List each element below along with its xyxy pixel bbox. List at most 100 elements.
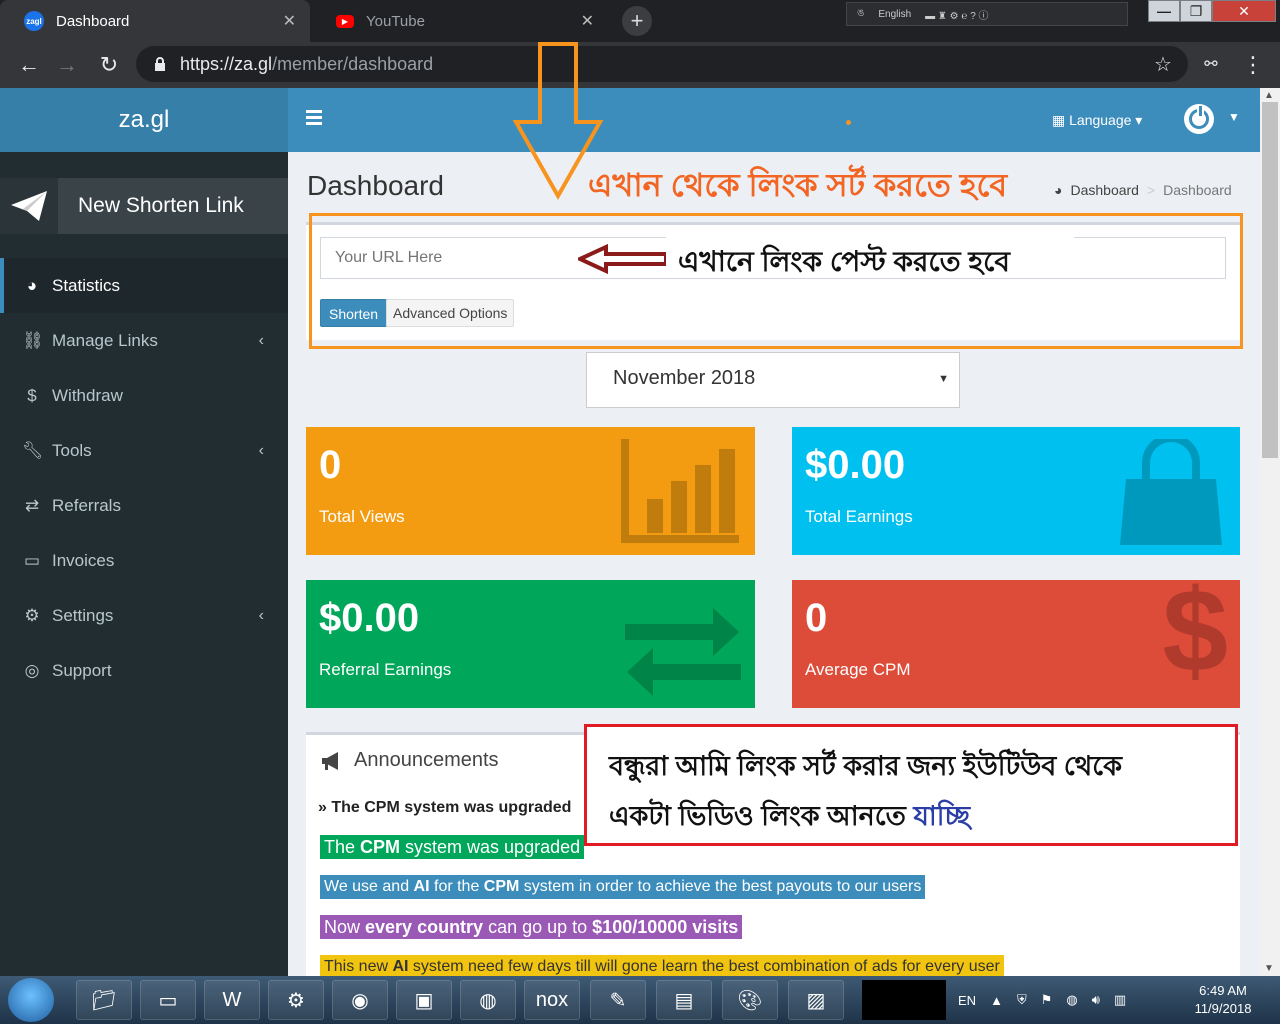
power-icon[interactable] <box>1184 104 1214 134</box>
flag-icon[interactable]: ⚑ <box>1041 992 1053 1008</box>
announcement-line: The CPM system was upgraded <box>320 835 585 859</box>
sidebar-item-referrals[interactable]: ⇄ Referrals <box>0 478 288 533</box>
browser-tab-bar: zagl Dashboard ✕ ▶ YouTube ✕ + ঙ English… <box>0 0 1280 42</box>
user-caret-icon[interactable]: ▼ <box>1228 110 1240 124</box>
sidebar-item-label: Tools <box>52 440 92 460</box>
exchange-icon <box>625 608 741 696</box>
reload-icon[interactable]: ↻ <box>96 52 122 78</box>
extension-icon[interactable]: ⚯ <box>1198 52 1224 78</box>
sidebar-item-withdraw[interactable]: $ Withdraw <box>0 368 288 423</box>
sidebar-item-manage-links[interactable]: ⛓ Manage Links ‹ <box>0 313 288 368</box>
menu-dots-icon[interactable]: ⋮ <box>1240 52 1266 78</box>
language-label: Language <box>1069 112 1132 128</box>
scroll-up-icon[interactable]: ▲ <box>1264 90 1274 101</box>
announcement-line: This new AI system need few days till wi… <box>320 955 1004 976</box>
bookmark-star-icon[interactable]: ☆ <box>1150 52 1176 78</box>
paint-icon[interactable]: 🎨︎ <box>722 980 778 1020</box>
sidebar-item-support[interactable]: ◎ Support <box>0 643 288 698</box>
control-panel-icon[interactable]: ▭ <box>140 980 196 1020</box>
breadcrumb-separator: > <box>1146 182 1156 198</box>
app-icon[interactable]: ⚙ <box>268 980 324 1020</box>
page-scrollbar[interactable]: ▲ ▼ <box>1260 88 1280 976</box>
advanced-options-button[interactable]: Advanced Options <box>386 299 515 327</box>
month-select-value: November 2018 <box>613 367 756 389</box>
sidebar-item-label: Statistics <box>52 275 121 295</box>
breadcrumb-link[interactable]: Dashboard <box>1070 182 1139 198</box>
forward-arrow-icon[interactable]: → <box>54 52 80 78</box>
scroll-down-icon[interactable]: ▼ <box>1264 963 1274 974</box>
system-clock[interactable]: 6:49 AM 11/9/2018 <box>1180 982 1266 1018</box>
word-icon[interactable]: W <box>204 980 260 1020</box>
close-tab-icon[interactable]: ✕ <box>283 11 296 31</box>
new-shorten-link-button[interactable]: New Shorten Link <box>0 178 288 234</box>
bar-chart-icon <box>621 439 739 543</box>
url-host: https://za.gl <box>180 53 273 74</box>
month-select[interactable]: November 2018 ▼ <box>586 352 960 408</box>
shopping-bag-icon <box>1120 439 1222 545</box>
sidebar-item-label: Invoices <box>52 550 115 570</box>
stat-box-referral-earnings: $0.00 Referral Earnings <box>306 580 755 708</box>
announcement-heading: » The CPM system was upgraded <box>318 799 572 816</box>
stat-value: $0.00 <box>805 443 906 487</box>
nox-icon[interactable]: nox <box>524 980 580 1020</box>
network-icon[interactable]: ▥ <box>1114 992 1126 1008</box>
chevron-left-icon: ‹ <box>258 606 264 624</box>
maximize-button[interactable]: ❐ <box>1180 0 1212 22</box>
close-tab-icon[interactable]: ✕ <box>581 11 594 31</box>
sidebar-menu: ◕ Statistics ⛓ Manage Links ‹ $ Withdraw 🔧︎ T… <box>0 258 288 698</box>
back-arrow-icon[interactable]: ← <box>16 52 42 78</box>
stat-value: 0 <box>805 596 828 640</box>
window-controls: — ❐ ✕ <box>1148 0 1276 22</box>
stat-box-total-views: 0 Total Views <box>306 427 755 555</box>
announcement-text: for the <box>429 878 484 895</box>
taskbar-black-item[interactable] <box>862 980 946 1020</box>
new-shorten-link-label: New Shorten Link <box>78 194 244 217</box>
start-button[interactable] <box>8 978 54 1022</box>
tab-dashboard[interactable]: zagl Dashboard ✕ <box>0 0 310 42</box>
url-path: /member/dashboard <box>272 53 434 74</box>
red-note-line-1: বন্ধুরা আমি লিংক সর্ট করার জন্য ইউটিউব থ… <box>609 751 1122 781</box>
ime-icon: ঙ <box>857 7 865 19</box>
scroll-thumb[interactable] <box>1262 102 1278 458</box>
hamburger-menu-icon[interactable] <box>306 110 322 125</box>
sidebar: New Shorten Link ◕ Statistics ⛓ Manage Lin… <box>0 152 288 976</box>
video-editor-icon[interactable]: ▤ <box>656 980 712 1020</box>
input-language[interactable]: EN <box>958 993 976 1008</box>
language-bar[interactable]: ঙ English ▬ ♜ ⚙ ℮ ? ⓘ <box>846 2 1128 26</box>
announcement-text: AI <box>392 958 409 975</box>
file-explorer-icon[interactable]: 📁︎ <box>76 980 132 1020</box>
toolbar-icons: ▬ ♜ ⚙ ℮ ? ⓘ <box>925 10 989 22</box>
photo-viewer-icon[interactable]: ▨ <box>788 980 844 1020</box>
shorten-button[interactable]: Shorten <box>320 299 388 327</box>
chevron-left-icon: ‹ <box>258 331 264 349</box>
gears-icon: ⚙ <box>24 605 40 625</box>
red-note-line-2-text: একটা ভিডিও লিংক আনতে <box>609 801 906 831</box>
notepad-icon[interactable]: ✎ <box>590 980 646 1020</box>
sidebar-item-invoices[interactable]: ▭ Invoices <box>0 533 288 588</box>
announcement-text: system need few days till will gone lear… <box>408 958 1000 975</box>
monitor-icon[interactable]: ▣ <box>396 980 452 1020</box>
announcement-text: We use and <box>324 878 414 895</box>
close-window-button[interactable]: ✕ <box>1212 0 1276 22</box>
announcement-text: CPM <box>483 878 520 895</box>
tray-expand-icon[interactable]: ▲ <box>990 993 1003 1008</box>
site-logo[interactable]: za.gl <box>0 88 288 152</box>
sidebar-item-settings[interactable]: ⚙ Settings ‹ <box>0 588 288 643</box>
sidebar-item-tools[interactable]: 🔧︎ Tools ‹ <box>0 423 288 478</box>
minimize-button[interactable]: — <box>1148 0 1180 22</box>
annotation-paste-note: এখানে লিংক পেস্ট করতে হবে <box>666 236 1074 278</box>
volume-icon[interactable]: 🔊︎ <box>1092 992 1100 1008</box>
firefox-icon[interactable]: ◉ <box>332 980 388 1020</box>
language-dropdown[interactable]: ▦ Language ▾ <box>1052 112 1142 129</box>
chrome-tray-icon[interactable]: ◍ <box>1066 992 1077 1008</box>
shield-icon[interactable]: ⛨ <box>1017 992 1027 1008</box>
new-tab-button[interactable]: + <box>622 6 652 36</box>
paper-plane-icon <box>0 178 58 234</box>
cursor-dot <box>846 120 851 125</box>
sidebar-item-statistics[interactable]: ◕ Statistics <box>0 258 288 313</box>
tab-youtube[interactable]: ▶ YouTube ✕ <box>312 0 608 42</box>
chrome-icon[interactable]: ◍ <box>460 980 516 1020</box>
announcement-text: $100/10000 visits <box>592 917 739 937</box>
announcements-header: Announcements <box>320 749 499 772</box>
omnibox[interactable]: https://za.gl/member/dashboard <box>136 46 1188 82</box>
